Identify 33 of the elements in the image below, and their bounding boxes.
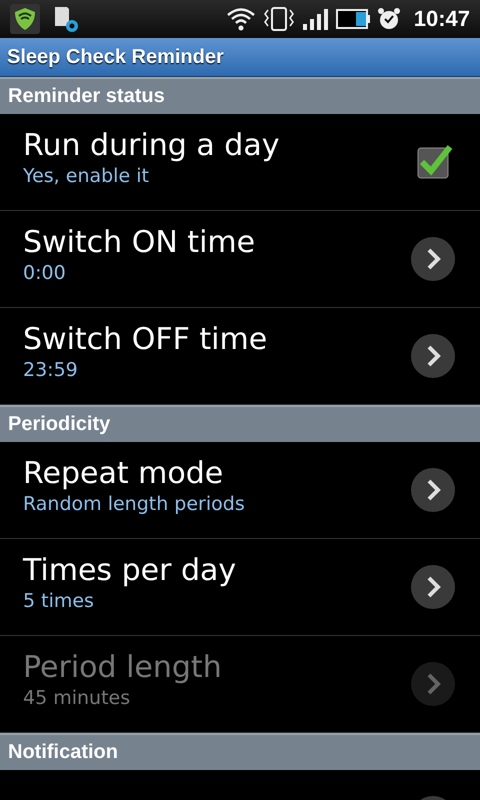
preference-item[interactable]: Run during a day Yes, enable it — [0, 114, 480, 211]
preference-title: Period length — [23, 651, 222, 685]
chevron-right-icon — [410, 333, 456, 379]
preference-item[interactable]: Times per day 5 times — [0, 539, 480, 636]
preference-title: Repeat mode — [23, 457, 224, 491]
preference-title: Times per day — [23, 554, 236, 588]
wifi-icon — [226, 6, 256, 32]
preference-summary: 45 minutes — [23, 686, 132, 711]
preference-title: Switch OFF time — [23, 323, 268, 357]
preference-summary: 23:59 — [23, 358, 79, 383]
clock-time: 10:47 — [414, 6, 470, 32]
preference-summary: Yes, enable it — [23, 164, 150, 189]
chevron-right-icon — [410, 467, 456, 513]
preference-item[interactable]: Repeat mode Random length periods — [0, 442, 480, 539]
section-header: Notification — [0, 733, 480, 770]
preference-item[interactable]: Switch ON time 0:00 — [0, 211, 480, 308]
chevron-right-icon — [410, 564, 456, 610]
section-header: Periodicity — [0, 405, 480, 442]
vibrate-icon — [262, 6, 296, 32]
section-header: Reminder status — [0, 77, 480, 114]
preference-summary: Random length periods — [23, 492, 245, 517]
battery-icon — [336, 6, 370, 32]
sd-card-settings-icon — [52, 4, 80, 34]
preference-title: Switch ON time — [23, 226, 256, 260]
chevron-right-icon — [410, 661, 456, 707]
alarm-clock-icon — [376, 6, 402, 32]
app-title: Sleep Check Reminder — [7, 46, 224, 68]
chevron-right-icon — [410, 236, 456, 282]
preference-summary: 0:00 — [23, 261, 67, 286]
preference-summary: 5 times — [23, 589, 95, 614]
signal-icon — [302, 6, 330, 32]
preference-title: Run during a day — [23, 129, 280, 163]
shield-icon — [10, 4, 40, 34]
